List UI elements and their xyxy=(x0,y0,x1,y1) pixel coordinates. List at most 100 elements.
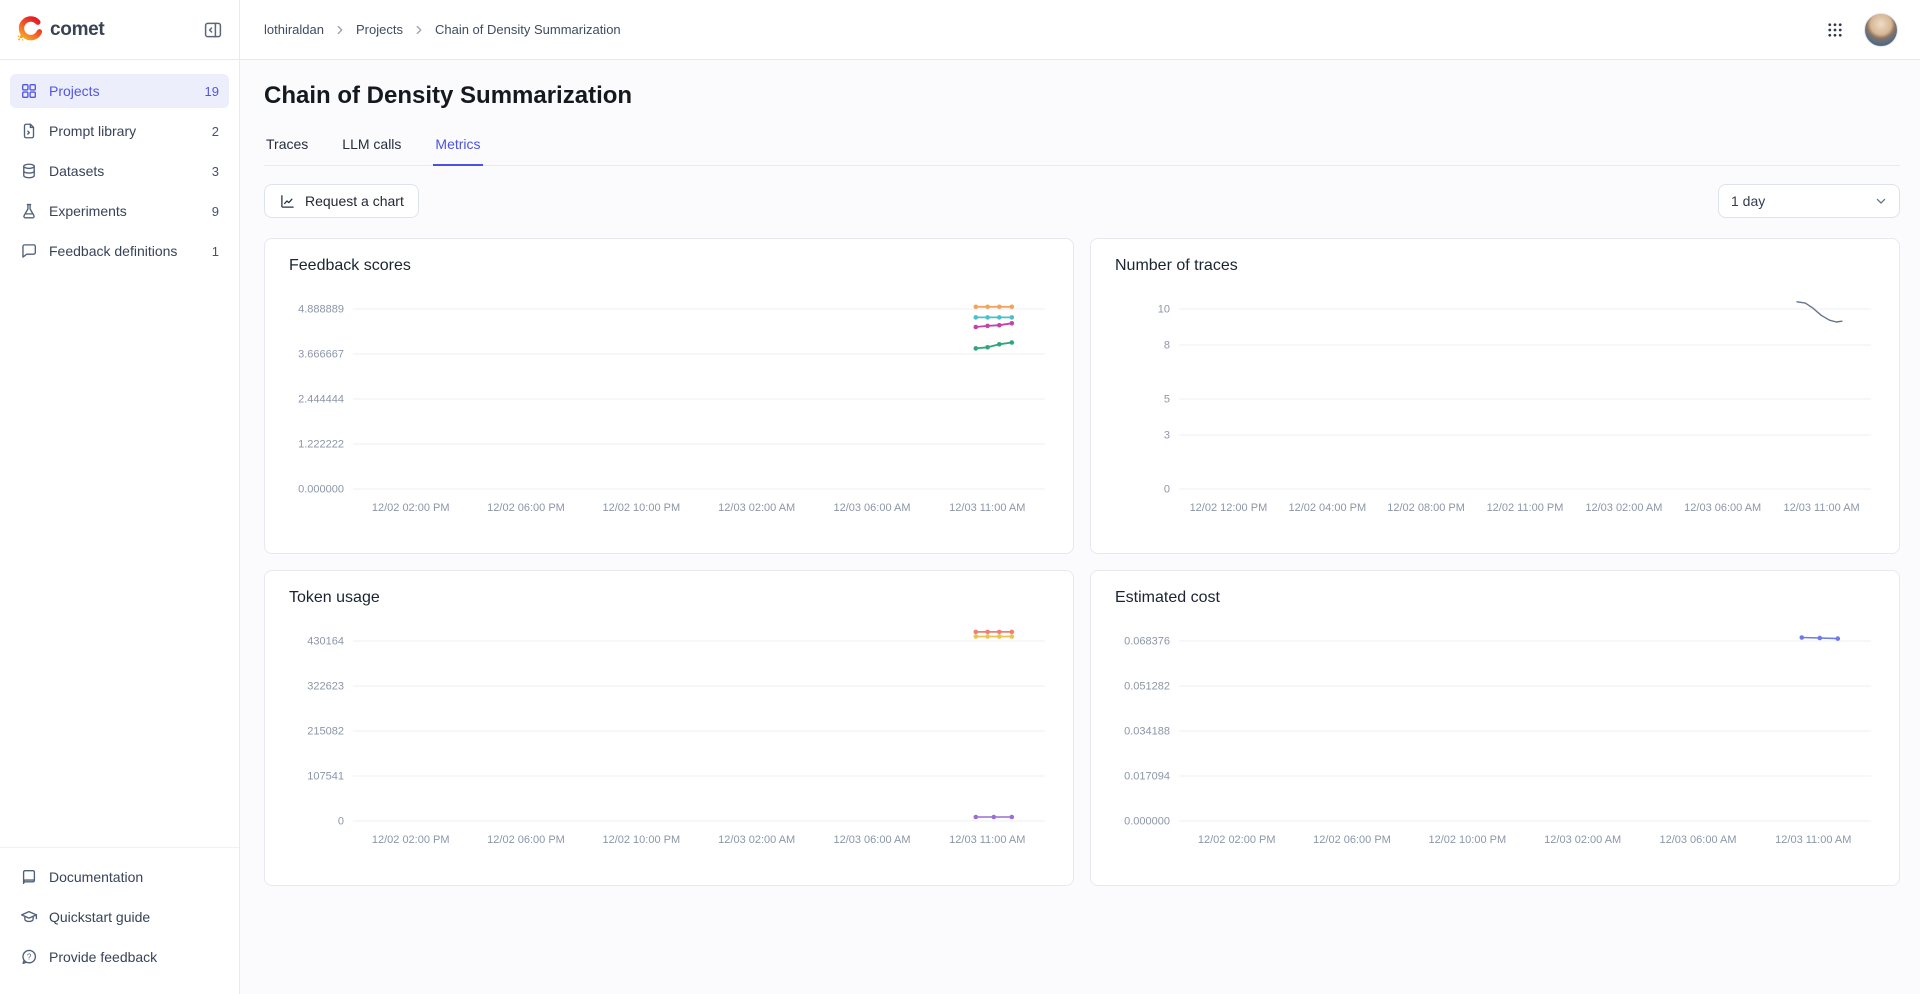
flask-icon xyxy=(20,202,38,220)
sidebar-item-label: Quickstart guide xyxy=(49,909,150,925)
sidebar-item-label: Provide feedback xyxy=(49,949,157,965)
svg-text:12/02 08:00 PM: 12/02 08:00 PM xyxy=(1387,502,1465,514)
breadcrumb-item-lothiraldan[interactable]: lothiraldan xyxy=(264,22,324,37)
sidebar-item-prompt-library[interactable]: Prompt library 2 xyxy=(10,114,229,148)
sidebar-item-feedback-definitions[interactable]: Feedback definitions 1 xyxy=(10,234,229,268)
speech-bubble-icon xyxy=(20,242,38,260)
sidebar-item-count: 9 xyxy=(212,204,219,219)
collapse-sidebar-icon[interactable] xyxy=(203,20,223,40)
svg-text:12/02 02:00 PM: 12/02 02:00 PM xyxy=(372,834,450,846)
breadcrumb-item-chain-of-density-summarization: Chain of Density Summarization xyxy=(435,22,621,37)
tab-llm-calls[interactable]: LLM calls xyxy=(340,132,403,166)
comet-logo-icon xyxy=(16,16,43,43)
svg-text:3.666667: 3.666667 xyxy=(298,349,344,361)
sidebar-item-label: Datasets xyxy=(49,163,104,179)
svg-text:12/03 02:00 AM: 12/03 02:00 AM xyxy=(1544,834,1621,846)
svg-text:12/03 02:00 AM: 12/03 02:00 AM xyxy=(718,834,795,846)
svg-text:0.034188: 0.034188 xyxy=(1124,726,1170,738)
svg-text:12/02 02:00 PM: 12/02 02:00 PM xyxy=(1198,834,1276,846)
time-range-value: 1 day xyxy=(1731,193,1765,209)
svg-text:430164: 430164 xyxy=(307,636,344,648)
line-chart-number-of-traces: 10853012/02 12:00 PM12/02 04:00 PM12/02 … xyxy=(1115,289,1875,529)
sidebar-item-projects[interactable]: Projects 19 xyxy=(10,74,229,108)
svg-text:12/03 06:00 AM: 12/03 06:00 AM xyxy=(1684,502,1761,514)
svg-text:3: 3 xyxy=(1164,430,1170,442)
svg-text:2.444444: 2.444444 xyxy=(298,394,344,406)
chart-card-token-usage: Token usage 430164 322623 215082 107541 0 12/… xyxy=(264,570,1074,886)
grid-icon xyxy=(20,82,38,100)
sidebar-item-experiments[interactable]: Experiments 9 xyxy=(10,194,229,228)
sidebar-item-quickstart-guide[interactable]: Quickstart guide xyxy=(10,900,229,934)
comet-logo[interactable]: comet xyxy=(16,16,104,43)
svg-text:1.222222: 1.222222 xyxy=(298,439,344,451)
line-chart-estimated-cost: 0.068376 0.051282 0.034188 0.017094 0.000000… xyxy=(1115,621,1875,861)
svg-text:215082: 215082 xyxy=(307,726,344,738)
sidebar-item-provide-feedback[interactable]: ? Provide feedback xyxy=(10,940,229,974)
chart-title: Estimated cost xyxy=(1115,589,1875,607)
svg-text:12/02 12:00 PM: 12/02 12:00 PM xyxy=(1190,502,1268,514)
sidebar-item-datasets[interactable]: Datasets 3 xyxy=(10,154,229,188)
request-a-chart-button[interactable]: Request a chart xyxy=(264,184,419,218)
tab-traces[interactable]: Traces xyxy=(264,132,310,166)
svg-text:12/02 04:00 PM: 12/02 04:00 PM xyxy=(1288,502,1366,514)
request-a-chart-label: Request a chart xyxy=(305,193,404,209)
chevron-down-icon xyxy=(1873,193,1889,209)
breadcrumb-item-projects[interactable]: Projects xyxy=(356,22,403,37)
svg-text:12/03 02:00 AM: 12/03 02:00 AM xyxy=(1585,502,1662,514)
svg-text:12/03 06:00 AM: 12/03 06:00 AM xyxy=(1659,834,1736,846)
breadcrumb: lothiraldan Projects Chain of Density Summ… xyxy=(264,22,621,37)
svg-text:12/03 06:00 AM: 12/03 06:00 AM xyxy=(833,502,910,514)
sidebar-item-label: Prompt library xyxy=(49,123,136,139)
help-bubble-icon: ? xyxy=(20,948,38,966)
sidebar-item-count: 3 xyxy=(212,164,219,179)
time-range-select[interactable]: 1 day xyxy=(1718,184,1900,218)
tab-metrics[interactable]: Metrics xyxy=(433,132,482,166)
svg-text:12/02 02:00 PM: 12/02 02:00 PM xyxy=(372,502,450,514)
sidebar-header: comet xyxy=(0,0,239,60)
svg-text:0.051282: 0.051282 xyxy=(1124,681,1170,693)
charts-grid: Feedback scores 4.8888893.6666672.444444… xyxy=(264,238,1900,886)
controls-row: Request a chart 1 day xyxy=(264,184,1900,218)
svg-text:12/03 06:00 AM: 12/03 06:00 AM xyxy=(833,834,910,846)
sidebar-item-label: Projects xyxy=(49,83,100,99)
svg-text:0.000000: 0.000000 xyxy=(1124,816,1170,828)
page-title: Chain of Density Summarization xyxy=(264,82,1900,110)
sidebar: comet Projects 19 Prompt library 2 Datas… xyxy=(0,0,240,994)
svg-text:0.017094: 0.017094 xyxy=(1124,771,1170,783)
apps-grid-icon[interactable] xyxy=(1826,21,1844,39)
comet-wordmark: comet xyxy=(50,19,104,41)
graduation-cap-icon xyxy=(20,908,38,926)
svg-text:?: ? xyxy=(27,952,32,961)
main-content: Chain of Density Summarization Traces LLM… xyxy=(240,60,1920,994)
chart-title: Token usage xyxy=(289,589,1049,607)
sidebar-nav: Projects 19 Prompt library 2 Datasets 3 … xyxy=(0,60,239,274)
svg-text:107541: 107541 xyxy=(307,771,344,783)
chevron-right-icon xyxy=(333,23,347,37)
chevron-right-icon xyxy=(412,23,426,37)
svg-text:10: 10 xyxy=(1158,304,1170,316)
svg-text:322623: 322623 xyxy=(307,681,344,693)
tab-bar: Traces LLM calls Metrics xyxy=(264,132,1900,166)
topbar: lothiraldan Projects Chain of Density Summ… xyxy=(240,0,1920,60)
sidebar-item-documentation[interactable]: Documentation xyxy=(10,860,229,894)
line-chart-token-usage: 430164 322623 215082 107541 0 12/02 02:00 PM 1… xyxy=(289,621,1049,861)
chart-card-estimated-cost: Estimated cost 0.0683760.0512820.0341880… xyxy=(1090,570,1900,886)
line-chart-icon xyxy=(279,193,296,210)
svg-text:0: 0 xyxy=(338,816,344,828)
svg-text:12/03 11:00 AM: 12/03 11:00 AM xyxy=(949,834,1025,846)
sidebar-item-count: 19 xyxy=(205,84,219,99)
svg-text:12/03 11:00 AM: 12/03 11:00 AM xyxy=(1775,834,1851,846)
svg-text:8: 8 xyxy=(1164,340,1170,352)
chart-card-feedback-scores: Feedback scores 4.8888893.6666672.444444… xyxy=(264,238,1074,554)
svg-text:0: 0 xyxy=(1164,484,1170,496)
svg-text:0.000000: 0.000000 xyxy=(298,484,344,496)
sidebar-footer: Documentation Quickstart guide ? Provide… xyxy=(0,847,239,994)
svg-text:12/02 06:00 PM: 12/02 06:00 PM xyxy=(487,502,565,514)
svg-text:12/03 02:00 AM: 12/03 02:00 AM xyxy=(718,502,795,514)
svg-text:12/03 11:00 AM: 12/03 11:00 AM xyxy=(949,502,1025,514)
svg-text:0.068376: 0.068376 xyxy=(1124,636,1170,648)
line-chart-feedback-scores: 4.8888893.6666672.4444441.2222220.000000… xyxy=(289,289,1049,529)
chart-title: Number of traces xyxy=(1115,257,1875,275)
user-avatar[interactable] xyxy=(1864,13,1898,47)
svg-text:12/02 06:00 PM: 12/02 06:00 PM xyxy=(487,834,565,846)
